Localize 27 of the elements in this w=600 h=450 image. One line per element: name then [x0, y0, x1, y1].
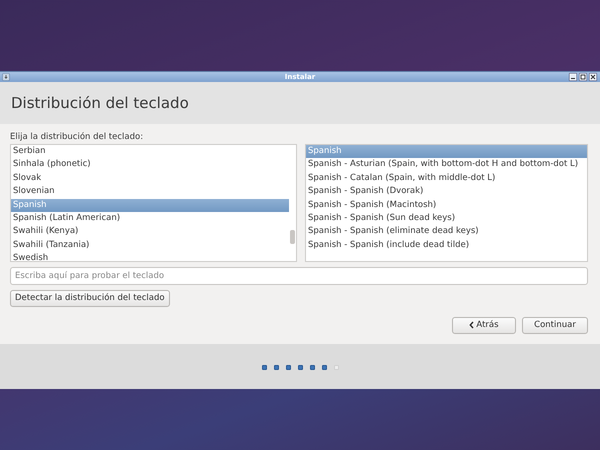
layout-item[interactable]: Sinhala (phonetic)	[11, 158, 289, 172]
variant-item[interactable]: Spanish - Spanish (Macintosh)	[306, 198, 587, 212]
back-button[interactable]: Atrás	[452, 316, 516, 334]
detect-button[interactable]: Detectar la distribución del teclado	[10, 290, 170, 306]
variant-item[interactable]: Spanish - Spanish (Sun dead keys)	[306, 212, 587, 226]
app-icon	[2, 73, 10, 81]
layout-item[interactable]: Swedish	[11, 252, 289, 261]
scrollbar-thumb[interactable]	[290, 230, 295, 244]
layout-item[interactable]: Slovenian	[11, 185, 289, 199]
variant-item[interactable]: Spanish - Asturian (Spain, with bottom-dot H and bottom-dot L)	[306, 158, 587, 172]
prompt-label: Elija la distribución del teclado:	[10, 132, 144, 142]
layout-item[interactable]: Serbian	[11, 145, 289, 158]
minimize-icon[interactable]	[569, 73, 577, 81]
chevron-left-icon	[469, 321, 474, 329]
layout-item[interactable]: Swahili (Kenya)	[11, 225, 289, 239]
page-title: Distribución del teclado	[11, 94, 189, 112]
variant-item[interactable]: Spanish - Spanish (Dvorak)	[306, 185, 587, 199]
layout-item[interactable]: Swahili (Tanzania)	[11, 238, 289, 252]
test-input-field[interactable]: Escriba aquí para probar el teclado	[10, 267, 588, 285]
layout-item[interactable]: Slovak	[11, 172, 289, 186]
layout-item[interactable]: Spanish (Latin American)	[11, 212, 289, 226]
variant-item[interactable]: Spanish - Catalan (Spain, with middle-dot L)	[306, 172, 587, 186]
maximize-icon[interactable]	[579, 73, 587, 81]
variant-item[interactable]: Spanish - Spanish (include dead tilde)	[306, 238, 587, 252]
close-icon[interactable]	[589, 73, 597, 81]
continue-button[interactable]: Continuar	[522, 316, 588, 334]
variant-item[interactable]: Spanish - Spanish (eliminate dead keys)	[306, 225, 587, 239]
